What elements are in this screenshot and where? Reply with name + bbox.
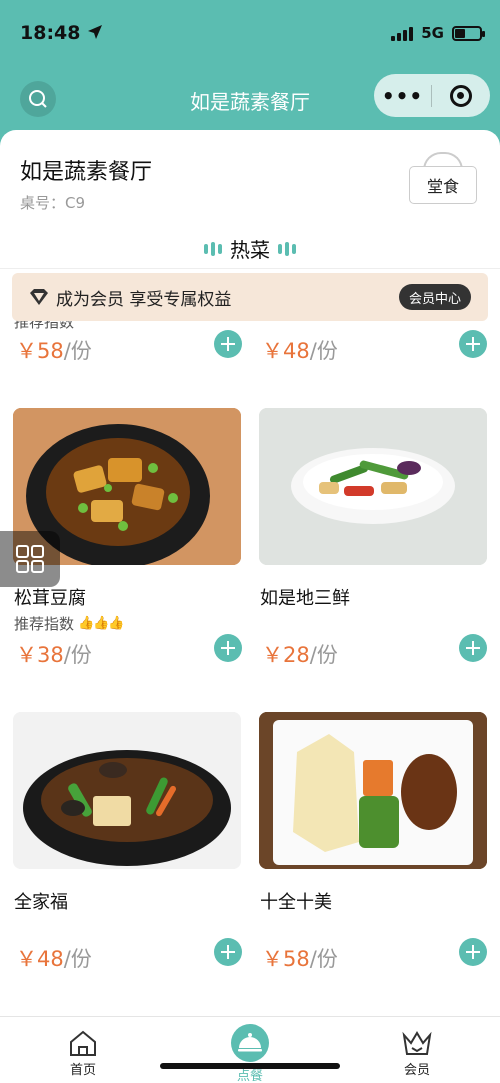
price-unit: /份 [309, 947, 338, 971]
status-time-text: 18:48 [20, 22, 81, 44]
price-unit: /份 [309, 643, 338, 667]
add-to-cart-button[interactable] [214, 938, 242, 966]
price-unit: /份 [63, 947, 92, 971]
rec-rating: 推荐指数 👍👍👍 [14, 613, 125, 634]
section-title: 热菜 [0, 234, 500, 263]
restaurant-name: 如是蔬素餐厅 [20, 160, 153, 185]
section-title-text: 热菜 [230, 238, 270, 262]
member-center-button[interactable]: 会员中心 [398, 284, 471, 310]
dish-name: 松茸豆腐 [14, 588, 86, 609]
dish-name: 全家福 [14, 892, 68, 913]
network-label: 5G [421, 24, 444, 42]
dish-price: ￥48/份 [16, 943, 92, 973]
content-panel: 如是蔬素餐厅 桌号：C9 堂食 热菜 推荐指数 ￥58/份 ￥48/份 松茸豆腐… [0, 130, 500, 1083]
tab-label: 会员 [403, 1063, 430, 1078]
price-value: ￥58 [262, 947, 310, 971]
price-value: ￥48 [262, 339, 310, 363]
tab-order[interactable]: 点餐 [200, 1023, 300, 1083]
close-mini-program-button[interactable] [432, 84, 489, 107]
dish-price: ￥58/份 [16, 335, 92, 365]
status-time: 18:48 [20, 22, 103, 44]
dish-image-shiquanshimei[interactable] [259, 712, 487, 869]
dine-mode-tag[interactable]: 堂食 [409, 150, 477, 205]
price-unit: /份 [309, 339, 338, 363]
rec-label: 推荐指数 [14, 615, 75, 633]
section-bars-left-icon [204, 241, 222, 256]
dish-image-quanjiafu[interactable] [13, 712, 241, 869]
tab-member[interactable]: 会员 [367, 1029, 467, 1078]
thumbs-up-icon: 👍👍👍 [78, 616, 125, 631]
section-bars-right-icon [278, 241, 296, 256]
dish-name: 如是地三鲜 [260, 588, 350, 609]
dish-price: ￥38/份 [16, 639, 92, 669]
location-arrow-icon [88, 25, 103, 39]
price-value: ￥58 [16, 339, 64, 363]
signal-icon [391, 25, 414, 41]
member-banner-text: 成为会员 享受专属权益 [56, 289, 232, 310]
dish-list[interactable]: 推荐指数 ￥58/份 ￥48/份 松茸豆腐 如是地三鲜 推荐指数 👍👍👍 ￥38… [0, 269, 500, 1015]
price-value: ￥38 [16, 643, 64, 667]
dish-price: ￥48/份 [262, 335, 338, 365]
dish-image-disanxian[interactable] [259, 408, 487, 565]
add-to-cart-button[interactable] [214, 634, 242, 662]
tab-label: 首页 [69, 1063, 96, 1078]
price-value: ￥28 [262, 643, 310, 667]
battery-icon [452, 25, 485, 41]
category-grid-button[interactable] [0, 531, 60, 587]
mini-program-capsule: ••• [374, 74, 490, 117]
tab-home[interactable]: 首页 [33, 1029, 133, 1078]
add-to-cart-button[interactable] [459, 938, 487, 966]
add-to-cart-button[interactable] [214, 330, 242, 358]
crown-icon [402, 1031, 432, 1055]
nav-bar: 如是蔬素餐厅 ••• [0, 70, 500, 126]
dine-mode-label: 堂食 [409, 166, 477, 204]
platter-image [259, 712, 487, 869]
dish-name: 十全十美 [260, 892, 332, 913]
home-icon [70, 1030, 96, 1056]
price-value: ￥48 [16, 947, 64, 971]
tab-bar: 首页 点餐 会员 [0, 1016, 500, 1083]
more-menu-button[interactable]: ••• [374, 84, 431, 108]
price-unit: /份 [63, 339, 92, 363]
add-to-cart-button[interactable] [459, 634, 487, 662]
dish-price: ￥28/份 [262, 639, 338, 669]
home-indicator [160, 1063, 340, 1069]
diamond-icon [30, 289, 48, 305]
status-right: 5G [391, 24, 485, 42]
add-to-cart-button[interactable] [459, 330, 487, 358]
member-banner[interactable]: 成为会员 享受专属权益 会员中心 [12, 273, 488, 321]
dish-price: ￥58/份 [262, 943, 338, 973]
claypot-image [13, 712, 241, 869]
target-icon [449, 84, 472, 107]
price-unit: /份 [63, 643, 92, 667]
grid-icon [16, 545, 44, 573]
status-bar: 18:48 5G [0, 0, 500, 70]
table-number: 桌号：C9 [20, 194, 86, 212]
plate-image [259, 408, 487, 565]
cloche-icon [231, 1024, 269, 1062]
